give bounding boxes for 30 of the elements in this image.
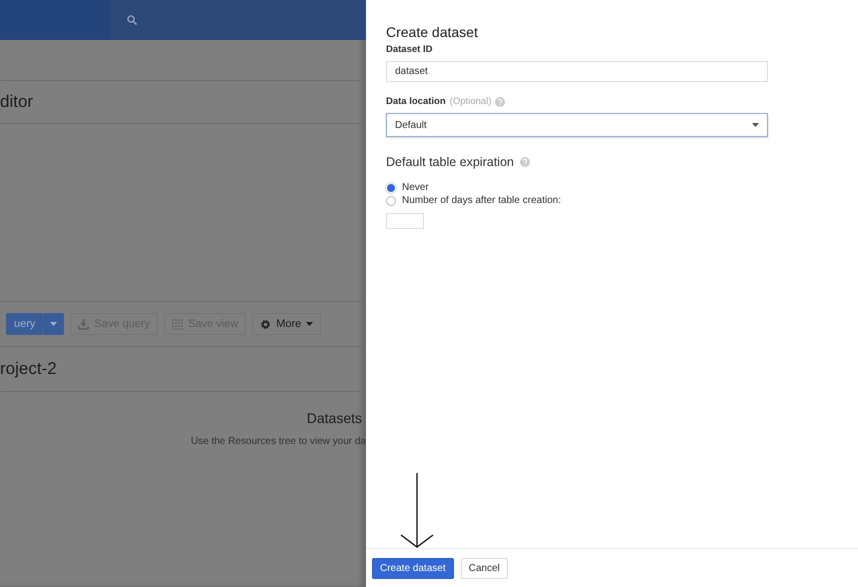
radio-label: Never bbox=[402, 182, 429, 193]
radio-label: Number of days after table creation: bbox=[402, 195, 561, 206]
gear-icon bbox=[260, 318, 272, 330]
optional-hint: (Optional) bbox=[450, 96, 492, 107]
help-icon bbox=[495, 96, 506, 106]
caret-icon bbox=[752, 123, 759, 127]
toolbar-button[interactable]: uery bbox=[6, 313, 44, 335]
cancel-button[interactable]: Cancel bbox=[460, 558, 508, 578]
datasets-heading: Datasets bbox=[306, 410, 362, 426]
radio-button[interactable] bbox=[386, 196, 396, 206]
field-label: Dataset ID bbox=[386, 44, 432, 55]
dataset-id-field[interactable]: dataset bbox=[386, 61, 768, 82]
project-title: roject-2 bbox=[0, 359, 57, 379]
caret-icon bbox=[306, 322, 314, 326]
location-select[interactable]: Default bbox=[386, 113, 768, 137]
days-field[interactable] bbox=[386, 213, 424, 229]
help-icon bbox=[520, 157, 530, 167]
editor-title: ditor bbox=[0, 92, 34, 112]
caret-icon bbox=[50, 322, 58, 326]
search-icon bbox=[127, 15, 137, 25]
dialog-title: Create dataset bbox=[386, 24, 479, 40]
empty-state-text: Use the Resources tree to view your da bbox=[190, 436, 366, 447]
download-icon bbox=[78, 318, 90, 330]
toolbar-button[interactable]: More bbox=[252, 313, 322, 335]
dropdown-button[interactable] bbox=[43, 313, 64, 335]
grid-icon bbox=[172, 318, 184, 330]
field-label: Data location bbox=[386, 96, 446, 107]
search-bar[interactable] bbox=[110, 0, 366, 40]
create-button[interactable]: Create dataset bbox=[372, 558, 454, 578]
section-heading: Default table expiration bbox=[386, 155, 514, 169]
